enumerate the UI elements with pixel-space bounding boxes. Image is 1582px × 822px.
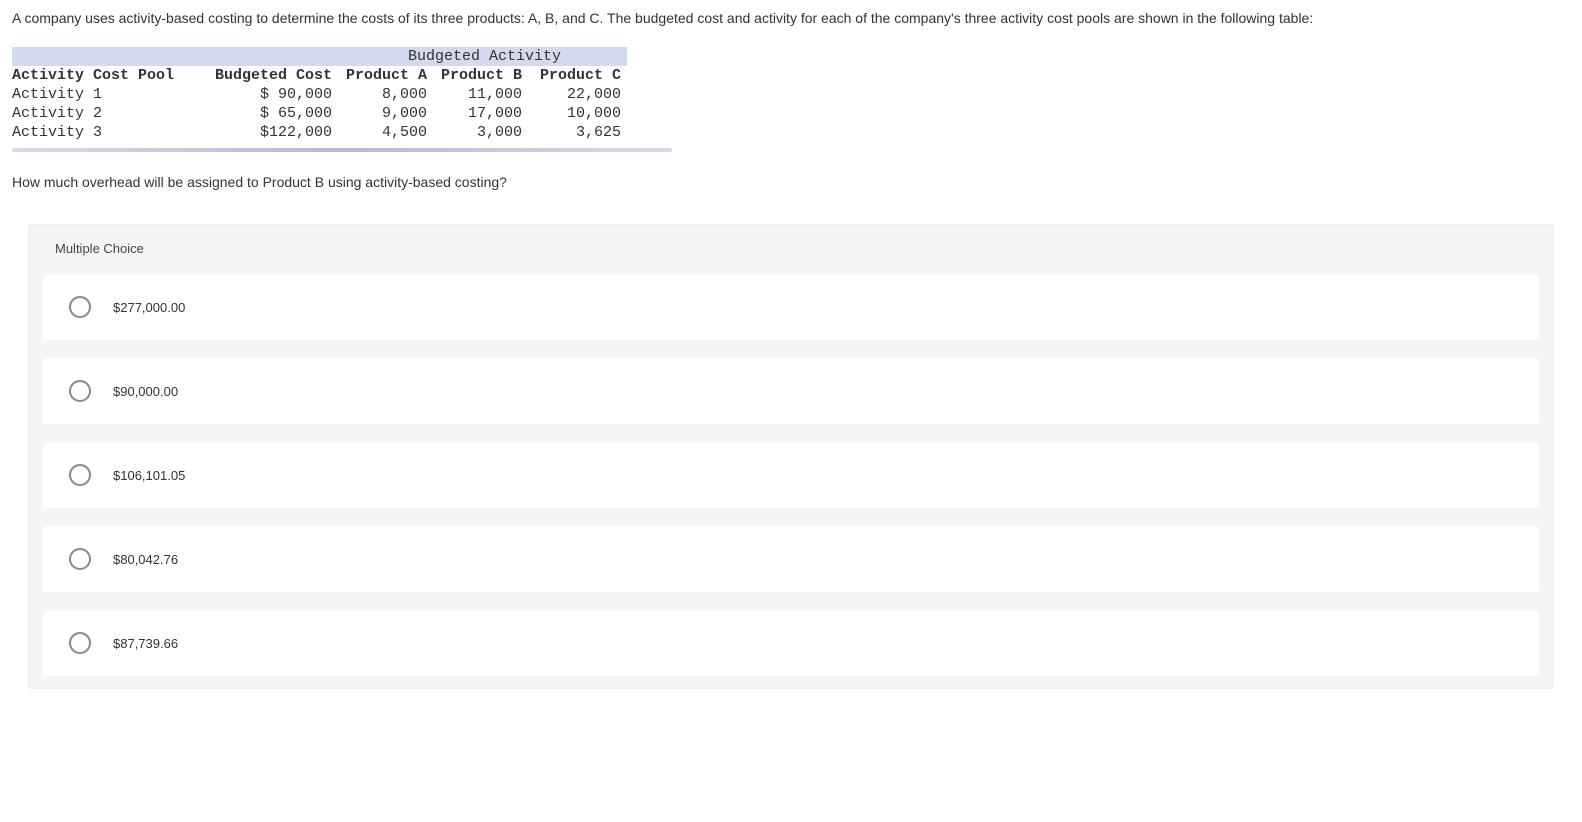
cell-cost: $ 90,000 [212,85,342,104]
table-header-product-b: Product B [437,66,532,85]
mc-option[interactable]: $277,000.00 [43,274,1539,340]
table-header-product-a: Product A [342,66,437,85]
radio-icon[interactable] [69,632,91,654]
cell-cost: $ 65,000 [212,104,342,123]
table-divider [12,148,672,152]
mc-option[interactable]: $87,739.66 [43,610,1539,676]
table-header-product-c: Product C [532,66,627,85]
mc-option[interactable]: $90,000.00 [43,358,1539,424]
cell-c: 3,625 [532,123,627,142]
table-row: Activity 2 $ 65,000 9,000 17,000 10,000 [12,104,627,123]
table-row: Activity 1 $ 90,000 8,000 11,000 22,000 [12,85,627,104]
mc-option-label: $87,739.66 [113,636,178,651]
cell-pool: Activity 3 [12,123,212,142]
cell-c: 10,000 [532,104,627,123]
cell-a: 9,000 [342,104,437,123]
table-super-header: Budgeted Activity [342,47,627,66]
table-header-cost: Budgeted Cost [212,66,342,85]
mc-option-label: $90,000.00 [113,384,178,399]
cell-pool: Activity 1 [12,85,212,104]
question-followup: How much overhead will be assigned to Pr… [12,174,1570,190]
cell-a: 4,500 [342,123,437,142]
data-table: Budgeted Activity Activity Cost Pool Bud… [12,47,1570,152]
cell-cost: $122,000 [212,123,342,142]
table-row: Activity 3 $122,000 4,500 3,000 3,625 [12,123,627,142]
mc-option-label: $277,000.00 [113,300,185,315]
radio-icon[interactable] [69,548,91,570]
question-intro: A company uses activity-based costing to… [12,8,1570,29]
cell-b: 17,000 [437,104,532,123]
radio-icon[interactable] [69,380,91,402]
radio-icon[interactable] [69,464,91,486]
mc-option[interactable]: $80,042.76 [43,526,1539,592]
multiple-choice-block: Multiple Choice $277,000.00 $90,000.00 $… [28,224,1554,689]
mc-heading: Multiple Choice [29,241,1553,274]
cell-b: 3,000 [437,123,532,142]
cell-c: 22,000 [532,85,627,104]
mc-option-label: $106,101.05 [113,468,185,483]
mc-option-label: $80,042.76 [113,552,178,567]
radio-icon[interactable] [69,296,91,318]
cell-b: 11,000 [437,85,532,104]
cell-pool: Activity 2 [12,104,212,123]
cell-a: 8,000 [342,85,437,104]
table-header-pool: Activity Cost Pool [12,66,212,85]
mc-option[interactable]: $106,101.05 [43,442,1539,508]
